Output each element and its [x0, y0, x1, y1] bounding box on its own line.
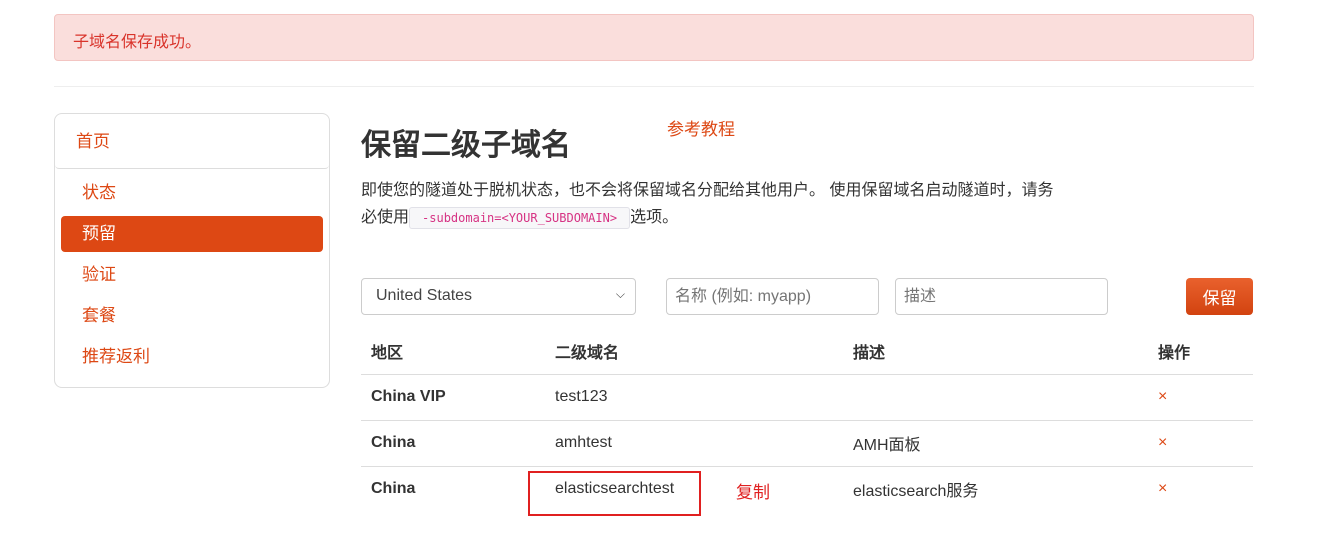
copy-annotation: 复制 [736, 483, 770, 502]
table-header: 地区 二级域名 描述 操作 [361, 329, 1253, 375]
name-input[interactable] [666, 278, 879, 315]
sidebar-item-home[interactable]: 首页 [55, 120, 329, 169]
cell-subdomain: test123 [545, 374, 843, 421]
close-icon[interactable]: × [1148, 420, 1253, 467]
close-icon[interactable]: × [1148, 466, 1253, 512]
sidebar-item-auth[interactable]: 验证 [61, 257, 323, 293]
cell-subdomain: elasticsearchtest [528, 466, 843, 516]
header-subdomain: 二级域名 [545, 329, 843, 375]
chevron-down-icon: ⌵ [615, 287, 625, 301]
sidebar: 首页 状态 预留 验证 套餐 推荐返利 [54, 113, 330, 388]
sidebar-item-plan[interactable]: 套餐 [61, 298, 323, 334]
description: 即使您的隧道处于脱机状态，也不会将保留域名分配给其他用户。 使用保留域名启动隧道… [361, 177, 1061, 232]
save-button[interactable]: 保留 [1186, 278, 1253, 315]
subdomain-code: -subdomain=<YOUR_SUBDOMAIN> [409, 207, 631, 229]
highlight-box [528, 470, 701, 516]
header-region: 地区 [361, 329, 545, 375]
table-row: China amhtest AMH面板 × [361, 420, 1253, 467]
cell-region: China [371, 480, 416, 498]
cell-description: AMH面板 [843, 420, 1148, 467]
subdomain-table: 地区 二级域名 描述 操作 China VIP test123 × China … [361, 329, 1253, 516]
header-description: 描述 [843, 329, 1148, 375]
region-select[interactable]: United States ⌵ [361, 278, 636, 315]
region-value: United States [376, 287, 473, 304]
cell-region: China [361, 420, 545, 467]
cell-description [843, 374, 1148, 421]
description-text-end: 选项。 [630, 209, 679, 226]
tutorial-link[interactable]: 参考教程 [667, 115, 735, 140]
sidebar-item-referral[interactable]: 推荐返利 [61, 339, 323, 375]
header-action: 操作 [1148, 329, 1253, 375]
description-input[interactable] [895, 278, 1108, 315]
table-row: China elasticsearchtest elasticsearch服务 … [361, 466, 1253, 516]
sidebar-item-status[interactable]: 状态 [61, 175, 323, 211]
page-title: 保留二级子域名 [361, 129, 571, 162]
close-icon[interactable]: × [1148, 374, 1253, 421]
success-alert: 子域名保存成功。 [54, 14, 1254, 61]
table-row: China VIP test123 × [361, 374, 1253, 421]
cell-subdomain: amhtest [545, 420, 843, 467]
cell-description: elasticsearch服务 [853, 483, 979, 501]
cell-region: China VIP [361, 374, 545, 421]
sidebar-item-reserve[interactable]: 预留 [61, 216, 323, 252]
divider [54, 86, 1254, 87]
